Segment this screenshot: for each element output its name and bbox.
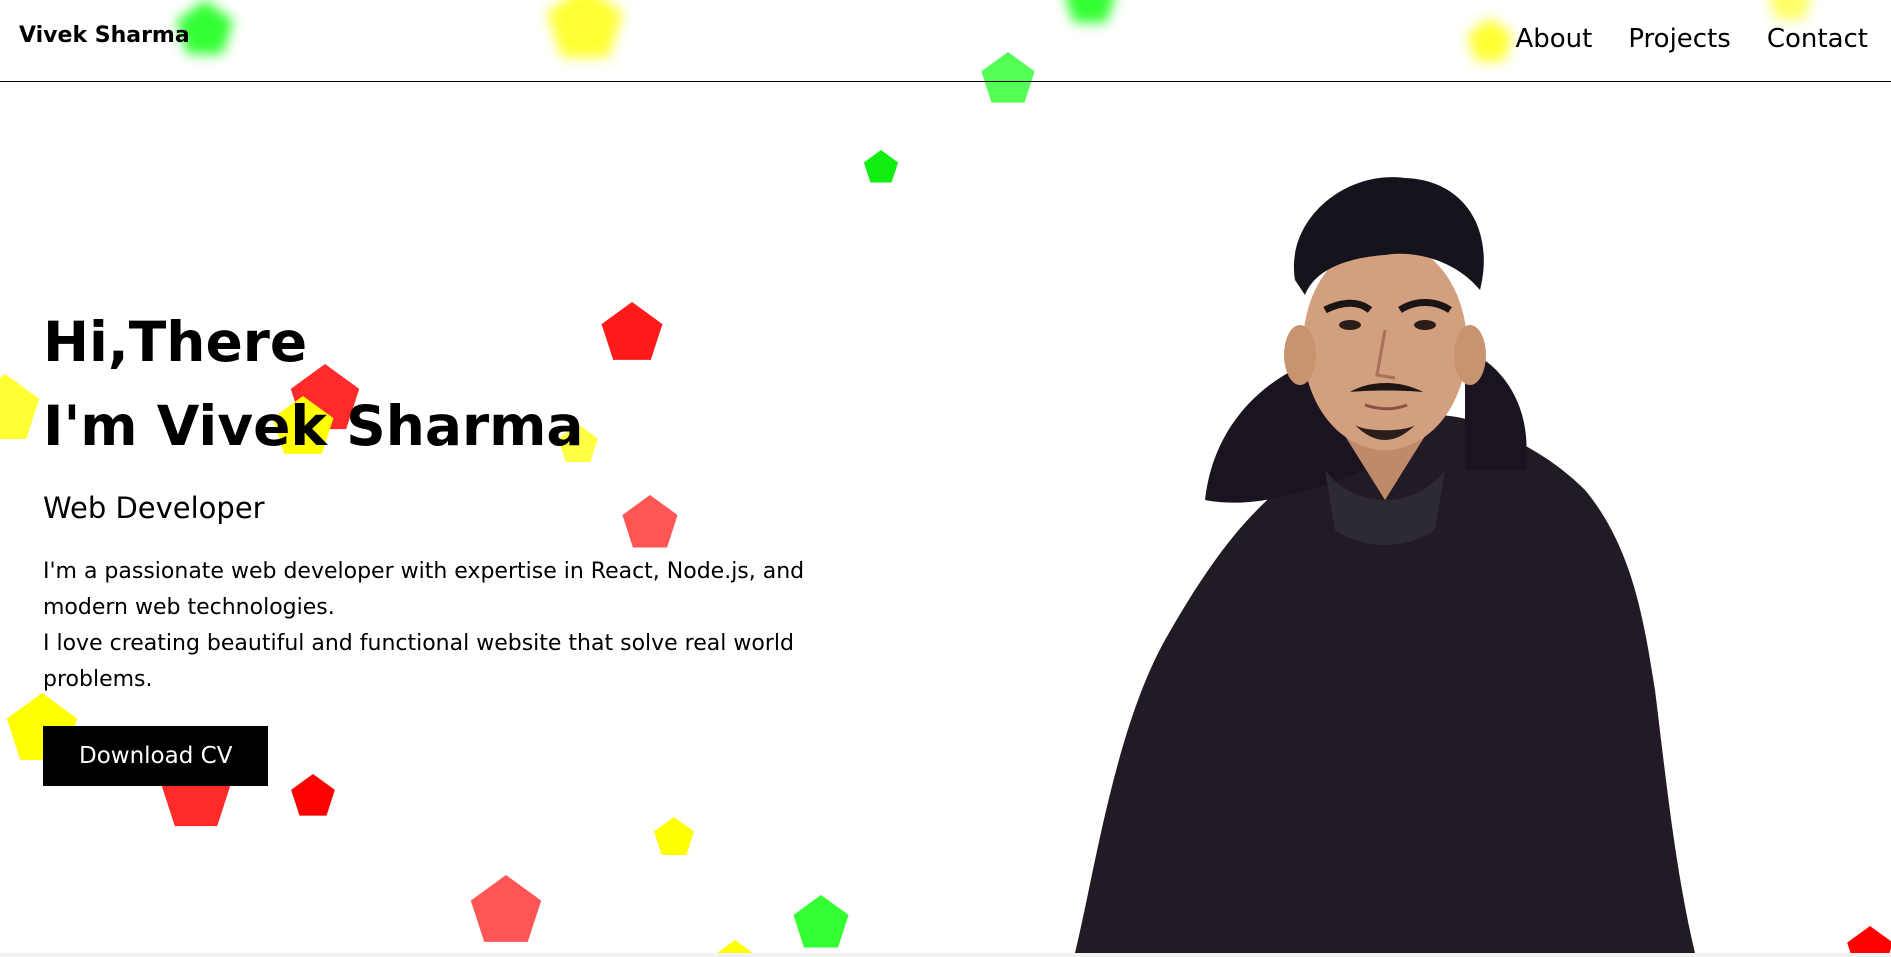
hero-bio: I'm a passionate web developer with expe… (43, 554, 893, 698)
hero-name: I'm Vivek Sharma (43, 394, 584, 458)
page-bottom-edge (0, 953, 1891, 957)
hero-section: Hi,There I'm Vivek Sharma Web Developer … (43, 300, 943, 786)
download-cv-button[interactable]: Download CV (43, 726, 269, 786)
nav-link-about[interactable]: About (1515, 24, 1592, 54)
pentagon-shape (0, 374, 40, 440)
portfolio-page: Vivek Sharma About Projects Contact Hi,T… (0, 0, 1891, 957)
pentagon-shape (793, 895, 849, 948)
pentagon-shape (863, 150, 899, 183)
profile-photo (1075, 177, 1695, 953)
bio-line: I love creating beautiful and functional… (43, 631, 794, 692)
nav-link-projects[interactable]: Projects (1628, 24, 1731, 54)
bio-line: I'm a passionate web developer with expe… (43, 559, 805, 620)
main-nav: About Projects Contact (1515, 24, 1868, 54)
pentagon-shape (470, 875, 542, 942)
pentagon-shape (654, 817, 694, 855)
site-header: Vivek Sharma About Projects Contact (0, 0, 1891, 82)
hero-role: Web Developer (43, 491, 265, 525)
nav-link-contact[interactable]: Contact (1767, 24, 1868, 54)
hero-greeting: Hi,There (43, 310, 308, 374)
brand-logo[interactable]: Vivek Sharma (19, 23, 190, 48)
